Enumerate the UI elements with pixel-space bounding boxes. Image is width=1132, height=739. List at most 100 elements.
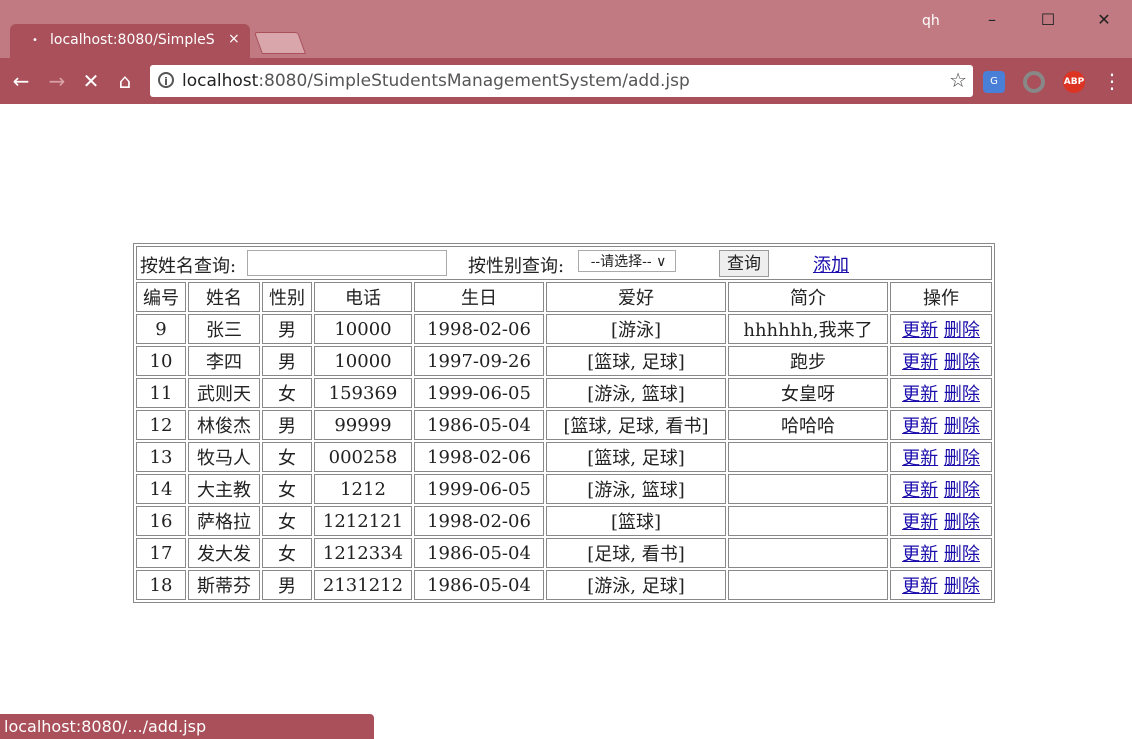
- tab-close-icon[interactable]: ×: [228, 31, 240, 47]
- maximize-button[interactable]: ☐: [1020, 0, 1076, 40]
- delete-link[interactable]: 删除: [944, 352, 980, 373]
- browser-toolbar: ← → ✕ ⌂ i localhost:8080/SimpleStudentsM…: [0, 58, 1132, 104]
- header-row: 编号 姓名 性别 电话 生日 爱好 简介 操作: [136, 282, 992, 312]
- table-body: 9 张三男 10000 1998-02-06 [游泳] hhhhhh,我来了 更新 删除 10…: [136, 314, 992, 600]
- bookmark-star-icon[interactable]: ☆: [949, 68, 967, 92]
- cell-hobby: [篮球, 足球]: [546, 346, 726, 376]
- cell-intro: [728, 474, 888, 504]
- cell-intro: 女皇呀: [728, 378, 888, 408]
- query-button[interactable]: 查询: [719, 250, 769, 277]
- info-icon[interactable]: i: [158, 72, 174, 88]
- delete-link[interactable]: 删除: [944, 480, 980, 501]
- update-link[interactable]: 更新: [902, 480, 938, 501]
- translate-icon[interactable]: G: [983, 71, 1005, 93]
- table-row: 16 萨格拉女 1212121 1998-02-06 [篮球] 更新 删除: [136, 506, 992, 536]
- cell-hobby: [游泳]: [546, 314, 726, 344]
- table-row: 13 牧马人女 000258 1998-02-06 [篮球, 足球] 更新 删除: [136, 442, 992, 472]
- cell-intro: [728, 538, 888, 568]
- column-header: 编号: [136, 282, 186, 312]
- cell-gender: 男: [262, 346, 312, 376]
- table-row: 14 大主教女 1212 1999-06-05 [游泳, 篮球] 更新 删除: [136, 474, 992, 504]
- cell-actions: 更新 删除: [890, 506, 992, 536]
- browser-tab[interactable]: • localhost:8080/SimpleS ×: [10, 24, 250, 58]
- update-link[interactable]: 更新: [902, 544, 938, 565]
- column-header: 简介: [728, 282, 888, 312]
- update-link[interactable]: 更新: [902, 384, 938, 405]
- update-link[interactable]: 更新: [902, 320, 938, 341]
- cell-birthday: 1998-02-06: [414, 506, 544, 536]
- cell-gender: 女: [262, 474, 312, 504]
- cell-actions: 更新 删除: [890, 538, 992, 568]
- circle-extension-icon[interactable]: [1023, 71, 1045, 93]
- cell-name: 林俊杰: [188, 410, 260, 440]
- search-cell: 按姓名查询: 按性别查询: --请选择-- ∨ 查询 添加: [136, 246, 992, 280]
- update-link[interactable]: 更新: [902, 416, 938, 437]
- forward-arrow-icon[interactable]: →: [42, 66, 72, 96]
- add-link[interactable]: 添加: [813, 251, 849, 277]
- cell-birthday: 1998-02-06: [414, 442, 544, 472]
- back-arrow-icon[interactable]: ←: [6, 66, 36, 96]
- cell-intro: hhhhhh,我来了: [728, 314, 888, 344]
- cell-birthday: 1999-06-05: [414, 474, 544, 504]
- profile-name[interactable]: qh: [922, 13, 940, 29]
- cell-intro: 跑步: [728, 346, 888, 376]
- title-bar: • localhost:8080/SimpleS × qh – ☐ ✕: [0, 0, 1132, 58]
- update-link[interactable]: 更新: [902, 576, 938, 597]
- table-row: 9 张三男 10000 1998-02-06 [游泳] hhhhhh,我来了 更新 删除: [136, 314, 992, 344]
- cell-actions: 更新 删除: [890, 474, 992, 504]
- cell-actions: 更新 删除: [890, 378, 992, 408]
- update-link[interactable]: 更新: [902, 352, 938, 373]
- delete-link[interactable]: 删除: [944, 448, 980, 469]
- delete-link[interactable]: 删除: [944, 512, 980, 533]
- delete-link[interactable]: 删除: [944, 320, 980, 341]
- cell-hobby: [足球, 看书]: [546, 538, 726, 568]
- cell-name: 大主教: [188, 474, 260, 504]
- column-header: 电话: [314, 282, 412, 312]
- cell-actions: 更新 删除: [890, 442, 992, 472]
- update-link[interactable]: 更新: [902, 448, 938, 469]
- cell-intro: [728, 442, 888, 472]
- cell-hobby: [游泳, 篮球]: [546, 378, 726, 408]
- browser-menu-icon[interactable]: ⋮: [1102, 68, 1122, 94]
- cell-id: 12: [136, 410, 186, 440]
- cell-phone: 10000: [314, 314, 412, 344]
- cell-phone: 10000: [314, 346, 412, 376]
- new-tab-button[interactable]: [253, 32, 307, 54]
- cell-phone: 159369: [314, 378, 412, 408]
- cell-phone: 1212334: [314, 538, 412, 568]
- cell-id: 17: [136, 538, 186, 568]
- address-bar[interactable]: i localhost:8080/SimpleStudentsManagemen…: [150, 65, 973, 97]
- cell-gender: 男: [262, 410, 312, 440]
- url-text[interactable]: localhost:8080/SimpleStudentsManagementS…: [182, 71, 690, 91]
- delete-link[interactable]: 删除: [944, 384, 980, 405]
- cell-name: 发大发: [188, 538, 260, 568]
- cell-gender: 女: [262, 538, 312, 568]
- cell-id: 11: [136, 378, 186, 408]
- home-icon[interactable]: ⌂: [110, 66, 140, 96]
- cell-phone: 000258: [314, 442, 412, 472]
- cell-id: 10: [136, 346, 186, 376]
- gender-select[interactable]: --请选择-- ∨: [578, 250, 676, 272]
- name-search-input[interactable]: [247, 250, 447, 276]
- cell-id: 16: [136, 506, 186, 536]
- delete-link[interactable]: 删除: [944, 416, 980, 437]
- table-row: 11 武则天女 159369 1999-06-05 [游泳, 篮球] 女皇呀 更新 删除: [136, 378, 992, 408]
- cell-birthday: 1986-05-04: [414, 410, 544, 440]
- cell-id: 13: [136, 442, 186, 472]
- cell-gender: 女: [262, 506, 312, 536]
- delete-link[interactable]: 删除: [944, 576, 980, 597]
- update-link[interactable]: 更新: [902, 512, 938, 533]
- adblock-plus-icon[interactable]: ABP: [1063, 71, 1085, 93]
- cell-name: 萨格拉: [188, 506, 260, 536]
- cell-birthday: 1986-05-04: [414, 570, 544, 600]
- chevron-down-icon: ∨: [656, 254, 667, 270]
- cell-intro: [728, 506, 888, 536]
- column-header: 姓名: [188, 282, 260, 312]
- delete-link[interactable]: 删除: [944, 544, 980, 565]
- cell-intro: [728, 570, 888, 600]
- close-window-button[interactable]: ✕: [1076, 0, 1132, 40]
- page-content: 按姓名查询: 按性别查询: --请选择-- ∨ 查询 添加 编号 姓名 性别 电…: [0, 104, 1132, 714]
- cell-phone: 99999: [314, 410, 412, 440]
- minimize-button[interactable]: –: [964, 0, 1020, 40]
- stop-loading-icon[interactable]: ✕: [76, 66, 106, 96]
